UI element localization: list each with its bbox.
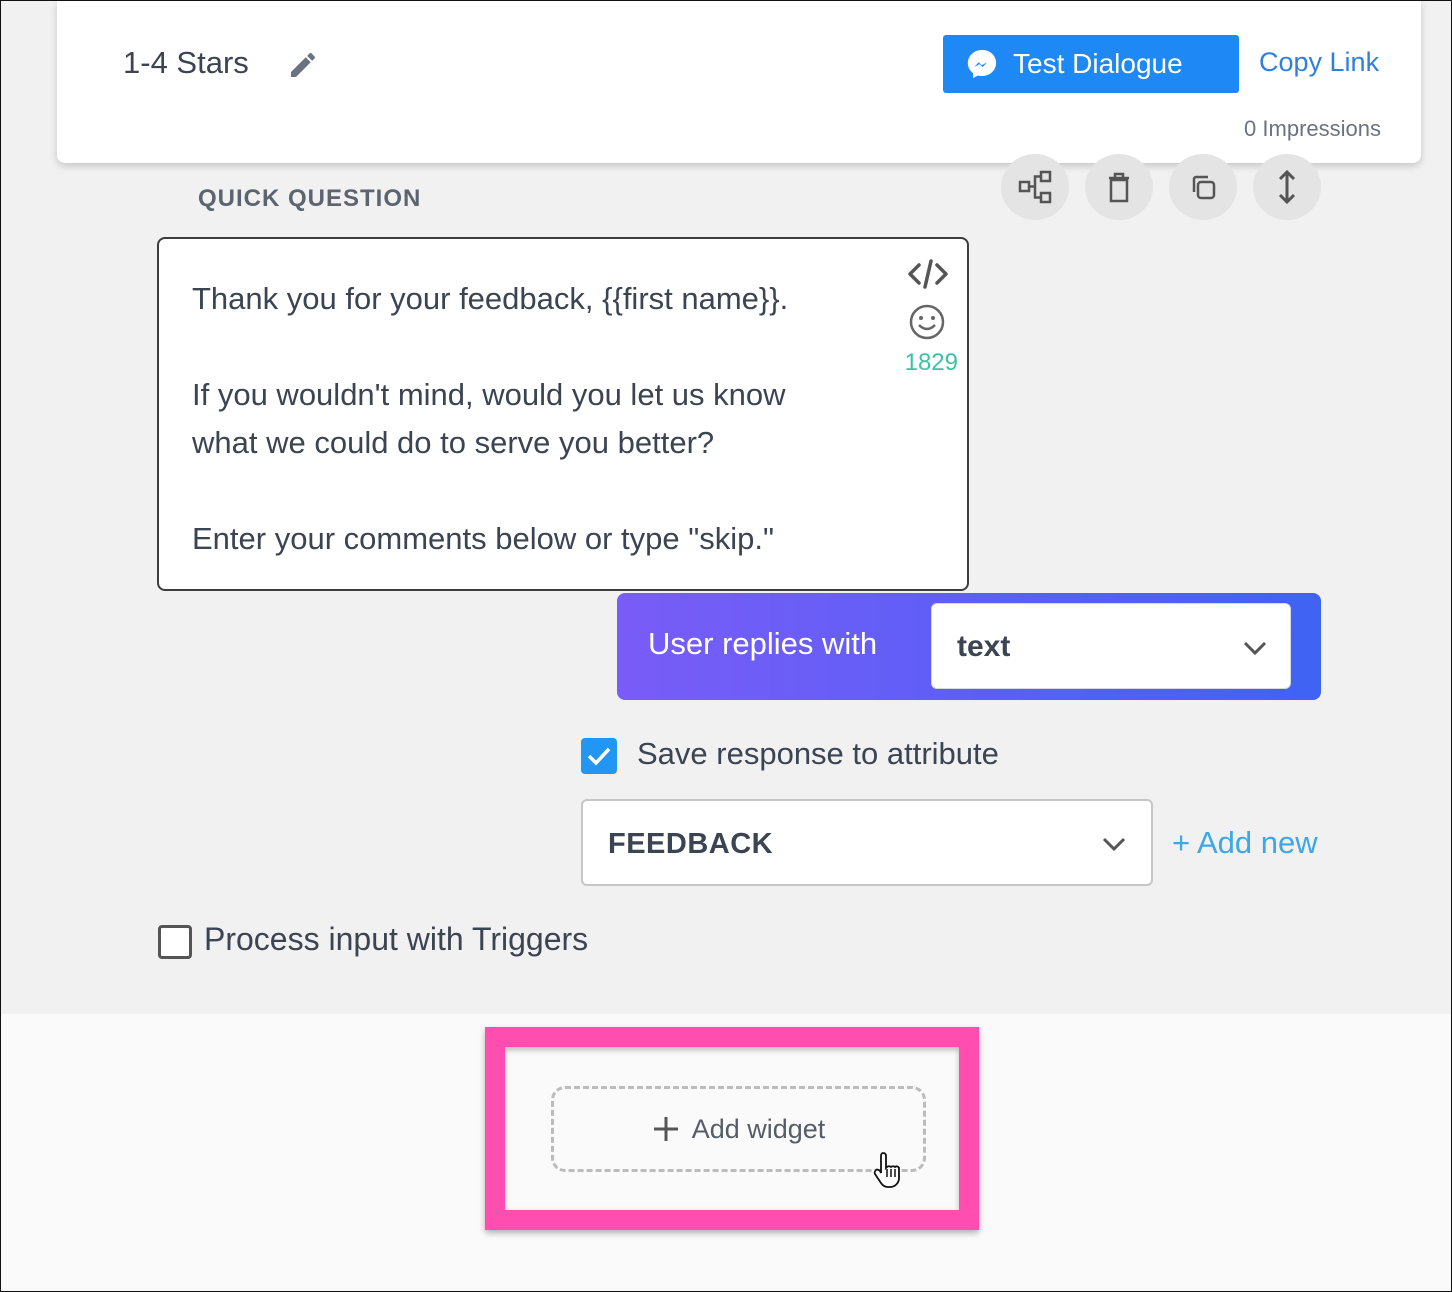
message-text[interactable]: Thank you for your feedback, {{first nam… [192,275,882,563]
message-line: Thank you for your feedback, {{first nam… [192,281,789,316]
dialogue-header: 1-4 Stars Test Dialogue Copy Link 0 Impr… [57,1,1421,163]
emoji-icon[interactable] [908,303,946,341]
save-response-label: Save response to attribute [637,736,999,771]
add-widget-button[interactable]: Add widget [551,1086,926,1172]
add-new-attribute-link[interactable]: + Add new [1172,825,1318,861]
reply-label: User replies with [648,626,878,661]
copy-link[interactable]: Copy Link [1259,47,1379,78]
reply-type-bar: User replies with text [617,593,1321,700]
messenger-icon [967,49,997,79]
duplicate-button[interactable] [1169,154,1237,220]
reorder-button[interactable] [1253,154,1321,220]
message-line [192,323,882,371]
character-counter: 1829 [904,349,958,376]
message-line [192,467,882,515]
test-dialogue-button[interactable]: Test Dialogue [943,35,1239,93]
app-frame: 1-4 Stars Test Dialogue Copy Link 0 Impr… [0,0,1452,1292]
pencil-icon[interactable] [287,49,319,81]
test-dialogue-label: Test Dialogue [1013,48,1183,79]
checkmark-icon [587,747,611,766]
flow-button[interactable] [1001,154,1069,220]
plus-icon [653,1117,678,1141]
flow-icon [1018,170,1052,204]
process-triggers-label: Process input with Triggers [204,921,589,957]
process-triggers-checkbox[interactable] [158,925,192,959]
reply-type-select[interactable]: text [931,603,1291,689]
chevron-down-icon [1102,837,1126,852]
message-line: what we could do to serve you better? [192,425,715,460]
message-line: If you wouldn't mind, would you let us k… [192,377,786,412]
message-line: Enter your comments below or type "skip.… [192,521,774,556]
impressions-count: 0 Impressions [1244,116,1381,141]
reply-type-value: text [957,630,1011,663]
trash-icon [1109,172,1129,203]
code-icon[interactable] [907,257,949,291]
delete-button[interactable] [1085,154,1153,220]
save-response-checkbox[interactable] [581,738,617,774]
resize-vertical-icon [1278,169,1296,205]
section-label: QUICK QUESTION [198,185,422,212]
hand-cursor-icon [873,1152,900,1188]
copy-icon [1192,175,1216,200]
chevron-down-icon [1243,641,1267,656]
attribute-value: FEEDBACK [608,828,774,860]
add-widget-label: Add widget [691,1113,826,1144]
message-editor[interactable]: Thank you for your feedback, {{first nam… [157,237,969,591]
attribute-select[interactable]: FEEDBACK [581,799,1153,886]
dialogue-title: 1-4 Stars [123,45,249,80]
